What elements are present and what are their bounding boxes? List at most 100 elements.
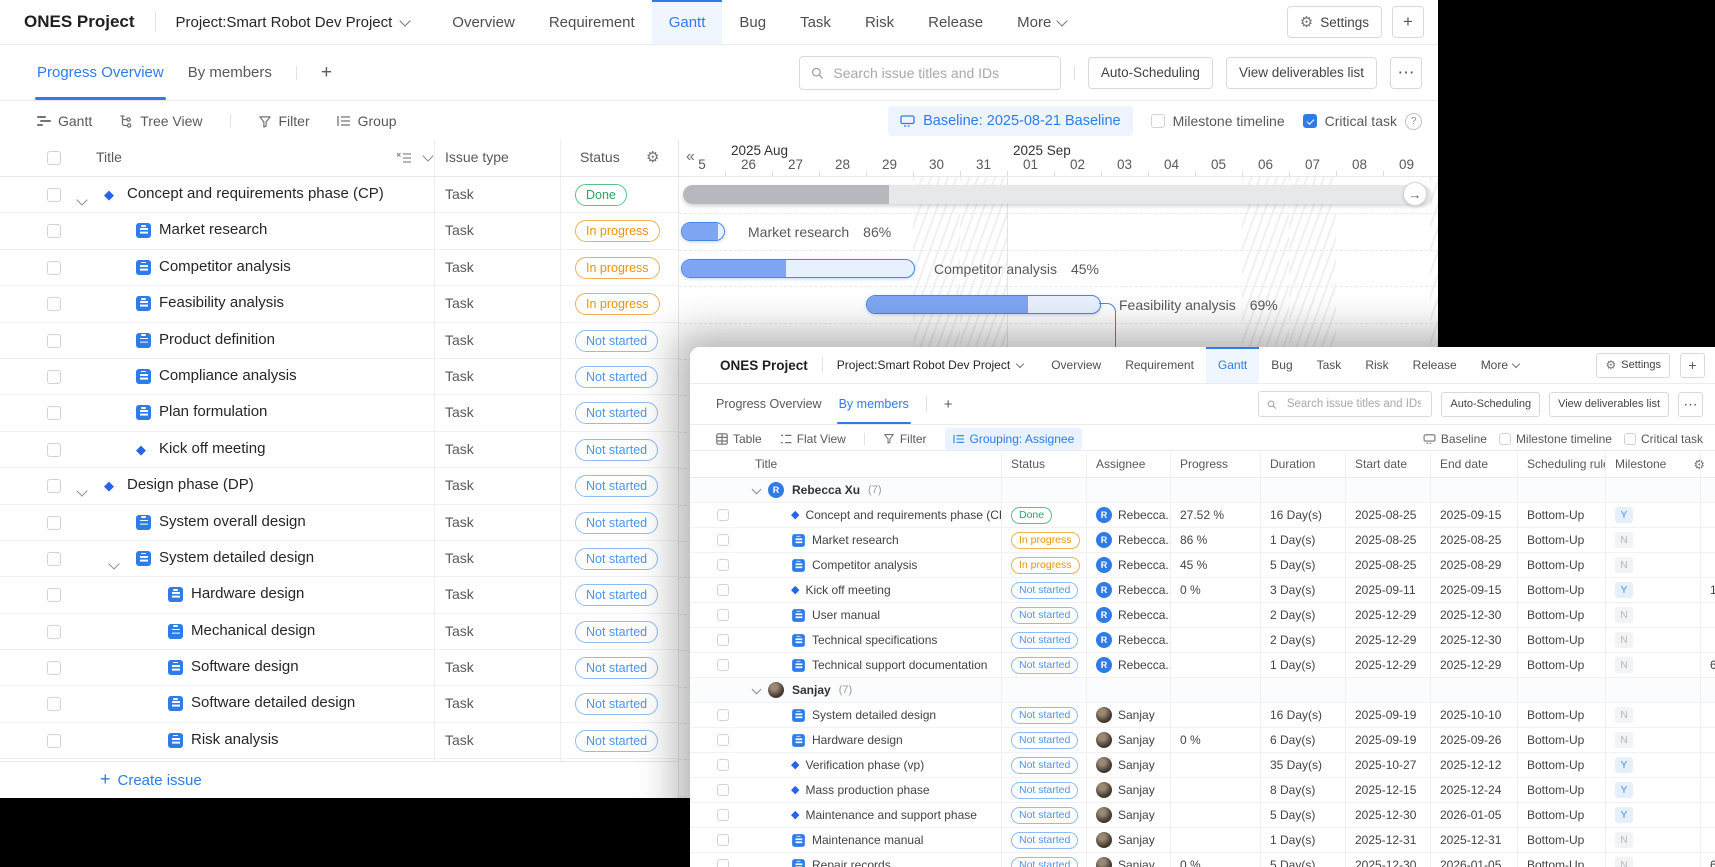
row-checkbox[interactable]	[47, 369, 61, 384]
gantt-view-button[interactable]: Gantt	[37, 113, 92, 129]
issue-row[interactable]: ◆ Design phase (DP) Task Not started	[0, 468, 678, 505]
row-checkbox[interactable]	[47, 479, 61, 494]
nav-item-more[interactable]: More	[1000, 0, 1083, 44]
member-issue-row[interactable]: ◆ Maintenance and support phase Not starte…	[690, 803, 1715, 828]
nav-item-task[interactable]: Task	[1305, 347, 1354, 383]
row-checkbox[interactable]	[47, 297, 61, 312]
nav-item-gantt[interactable]: Gantt	[1205, 347, 1260, 383]
row-checkbox[interactable]	[47, 588, 61, 603]
issue-row[interactable]: Software detailed design Task Not started	[0, 686, 678, 723]
row-checkbox[interactable]	[717, 559, 729, 571]
add-button[interactable]: +	[1680, 352, 1705, 378]
issue-row[interactable]: System overall design Task Not started	[0, 505, 678, 541]
search-input[interactable]	[1284, 397, 1424, 411]
member-issue-row[interactable]: ◆ Verification phase (vp) Not started Sanja…	[690, 753, 1715, 778]
critical-task-checkbox[interactable]	[1302, 114, 1317, 128]
member-issue-row[interactable]: Hardware design Not started Sanjay 0 % 6 Day…	[690, 728, 1715, 753]
tab-by-members[interactable]: By members	[836, 384, 911, 424]
row-checkbox[interactable]	[47, 224, 61, 239]
column-manager-icon[interactable]	[396, 152, 412, 164]
nav-item-risk[interactable]: Risk	[848, 0, 911, 44]
scroll-right-arrow-button[interactable]: →	[1403, 182, 1427, 206]
baseline-button[interactable]: Baseline: 2025-08-21 Baseline	[888, 106, 1133, 136]
nav-item-release[interactable]: Release	[1401, 347, 1469, 383]
table-settings-gear-icon[interactable]: ⚙	[646, 150, 659, 165]
issue-row[interactable]: Feasibility analysis Task In progress	[0, 286, 678, 323]
issue-row[interactable]: Compliance analysis Task Not started	[0, 359, 678, 396]
nav-item-overview[interactable]: Overview	[1039, 347, 1113, 383]
help-icon[interactable]: ?	[1405, 112, 1422, 130]
search-box[interactable]	[798, 55, 1061, 90]
issue-row[interactable]: ◆ Concept and requirements phase (CP) Task…	[0, 177, 678, 214]
expand-chevron-icon[interactable]	[76, 191, 88, 209]
phase-summary-bar[interactable]	[683, 185, 1431, 204]
milestone-timeline-toggle[interactable]: Milestone timeline	[1150, 113, 1285, 129]
group-button[interactable]: Group	[336, 113, 397, 129]
expand-chevron-icon[interactable]	[76, 482, 88, 500]
nav-item-bug[interactable]: Bug	[1259, 347, 1304, 383]
nav-item-gantt[interactable]: Gantt	[651, 0, 723, 44]
row-checkbox[interactable]	[717, 784, 729, 796]
task-bar[interactable]	[681, 259, 915, 278]
view-deliverables-button[interactable]: View deliverables list	[1225, 56, 1377, 89]
row-checkbox[interactable]	[717, 859, 729, 867]
issue-row[interactable]: System detailed design Task Not started	[0, 541, 678, 578]
row-checkbox[interactable]	[717, 509, 729, 521]
auto-scheduling-button[interactable]: Auto-Scheduling	[1441, 391, 1541, 417]
filter-button[interactable]: Filter	[258, 113, 310, 129]
milestone-timeline-toggle[interactable]: Milestone timeline	[1498, 432, 1612, 446]
row-checkbox[interactable]	[717, 659, 729, 671]
settings-button[interactable]: ⚙ Settings	[1286, 6, 1382, 38]
row-checkbox[interactable]	[47, 188, 61, 202]
project-selector[interactable]: Project:Smart Robot Dev Project	[837, 358, 1025, 372]
add-button[interactable]: +	[1392, 6, 1424, 38]
view-deliverables-button[interactable]: View deliverables list	[1549, 391, 1669, 417]
nav-item-risk[interactable]: Risk	[1353, 347, 1400, 383]
tab-progress-overview[interactable]: Progress Overview	[716, 384, 822, 424]
critical-task-toggle[interactable]: Critical task ?	[1302, 112, 1422, 130]
filter-button[interactable]: Filter	[883, 432, 927, 446]
issue-row[interactable]: Hardware design Task Not started	[0, 577, 678, 614]
row-checkbox[interactable]	[47, 333, 61, 348]
nav-item-more[interactable]: More	[1469, 347, 1531, 383]
nav-item-requirement[interactable]: Requirement	[532, 0, 652, 44]
row-checkbox[interactable]	[47, 733, 61, 748]
assignee-group-header[interactable]: Sanjay (7)	[690, 678, 1715, 703]
grouping-button[interactable]: Grouping: Assignee	[944, 427, 1083, 450]
issue-row[interactable]: Plan formulation Task Not started	[0, 395, 678, 432]
row-checkbox[interactable]	[717, 809, 729, 821]
critical-task-toggle[interactable]: Critical task	[1623, 432, 1703, 446]
collapse-chevron-icon[interactable]	[751, 484, 762, 494]
nav-item-task[interactable]: Task	[783, 0, 848, 44]
create-issue-button[interactable]: + Create issue	[0, 761, 678, 798]
search-box[interactable]	[1258, 391, 1433, 417]
member-issue-row[interactable]: User manual Not started R Rebecca... 2 Day(s…	[690, 603, 1715, 628]
row-checkbox[interactable]	[47, 442, 61, 457]
row-checkbox[interactable]	[717, 759, 729, 771]
auto-scheduling-button[interactable]: Auto-Scheduling	[1087, 56, 1213, 89]
row-checkbox[interactable]	[717, 634, 729, 646]
settings-button[interactable]: ⚙ Settings	[1596, 352, 1670, 378]
issue-row[interactable]: Risk analysis Task Not started	[0, 723, 678, 760]
nav-item-release[interactable]: Release	[911, 0, 1000, 44]
member-issue-row[interactable]: System detailed design Not started Sanjay 1…	[690, 703, 1715, 728]
assignee-group-header[interactable]: R Rebecca Xu (7)	[690, 478, 1715, 503]
member-issue-row[interactable]: Technical support documentation Not start…	[690, 653, 1715, 678]
project-selector[interactable]: Project:Smart Robot Dev Project	[176, 14, 411, 31]
milestone-timeline-checkbox[interactable]	[1498, 432, 1511, 445]
add-tab-button[interactable]: +	[321, 62, 332, 84]
row-checkbox[interactable]	[47, 661, 61, 676]
milestone-timeline-checkbox[interactable]	[1150, 114, 1165, 128]
baseline-button[interactable]: Baseline	[1423, 432, 1487, 446]
task-bar[interactable]	[681, 222, 725, 241]
expand-chevron-icon[interactable]	[108, 555, 120, 573]
issue-row[interactable]: Product definition Task Not started	[0, 323, 678, 359]
row-checkbox[interactable]	[717, 834, 729, 846]
row-checkbox[interactable]	[47, 624, 61, 639]
member-issue-row[interactable]: ◆ Kick off meeting Not started R Rebecca... 0…	[690, 578, 1715, 603]
select-all-checkbox[interactable]	[47, 151, 61, 165]
collapse-chevron-icon[interactable]	[751, 684, 762, 694]
tree-view-button[interactable]: Tree View	[119, 113, 203, 129]
issue-row[interactable]: ◆ Kick off meeting Task Not started	[0, 432, 678, 469]
table-view-button[interactable]: Table	[716, 432, 762, 446]
